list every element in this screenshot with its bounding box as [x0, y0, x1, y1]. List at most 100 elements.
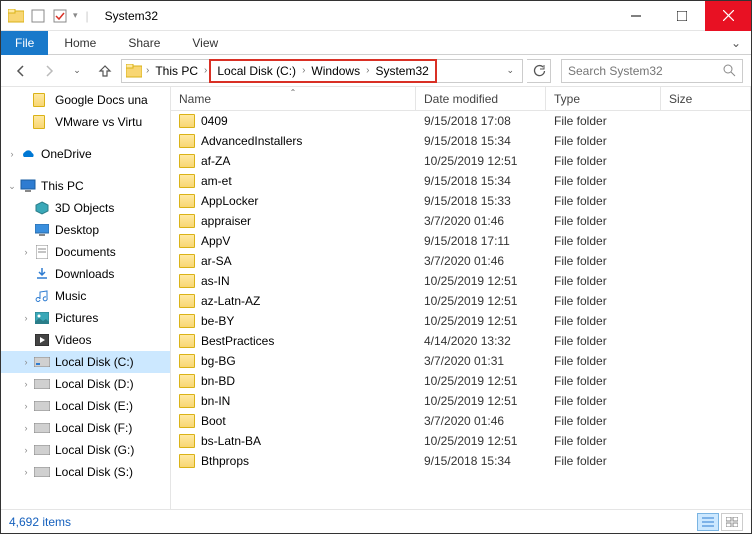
expand-icon[interactable]: ›: [19, 313, 33, 323]
address-bar[interactable]: › This PC › Local Disk (C:) › Windows › …: [121, 59, 523, 83]
tree-item-disk-d[interactable]: › Local Disk (D:): [1, 373, 170, 395]
tree-item-music[interactable]: Music: [1, 285, 170, 307]
chevron-right-icon[interactable]: ›: [300, 65, 307, 76]
breadcrumb-this-pc[interactable]: This PC: [151, 60, 202, 82]
column-header-name[interactable]: ⌃ Name: [171, 87, 416, 110]
folder-icon: [179, 194, 195, 208]
recent-dropdown-icon[interactable]: ⌄: [65, 59, 89, 83]
back-button[interactable]: [9, 59, 33, 83]
forward-button[interactable]: [37, 59, 61, 83]
file-row[interactable]: appraiser3/7/2020 01:46File folder: [171, 211, 751, 231]
maximize-button[interactable]: [659, 1, 705, 31]
file-date: 3/7/2020 01:46: [416, 214, 546, 228]
address-dropdown-icon[interactable]: ⌄: [502, 65, 518, 76]
home-tab[interactable]: Home: [48, 32, 112, 54]
tree-item-onedrive[interactable]: › OneDrive: [1, 143, 170, 165]
tree-item-videos[interactable]: Videos: [1, 329, 170, 351]
file-row[interactable]: AppLocker9/15/2018 15:33File folder: [171, 191, 751, 211]
file-row[interactable]: bs-Latn-BA10/25/2019 12:51File folder: [171, 431, 751, 451]
file-row[interactable]: af-ZA10/25/2019 12:51File folder: [171, 151, 751, 171]
titlebar: ▾ | System32: [1, 1, 751, 31]
qat-dropdown-icon[interactable]: ▾: [73, 10, 78, 21]
chevron-right-icon[interactable]: ›: [202, 65, 209, 76]
navigation-pane[interactable]: Google Docs una VMware vs Virtu › OneDri…: [1, 87, 171, 509]
chevron-right-icon[interactable]: ›: [364, 65, 371, 76]
item-count: 4,692 items: [9, 515, 71, 529]
expand-icon[interactable]: ›: [19, 445, 33, 455]
file-row[interactable]: 04099/15/2018 17:08File folder: [171, 111, 751, 131]
disk-icon: [33, 442, 51, 458]
search-box[interactable]: [561, 59, 743, 83]
file-date: 10/25/2019 12:51: [416, 154, 546, 168]
search-input[interactable]: [568, 64, 723, 78]
minimize-button[interactable]: [613, 1, 659, 31]
expand-icon[interactable]: ›: [19, 401, 33, 411]
file-row[interactable]: AppV9/15/2018 17:11File folder: [171, 231, 751, 251]
refresh-button[interactable]: [527, 59, 551, 83]
breadcrumb-windows[interactable]: Windows: [307, 60, 364, 82]
tree-item-disk-f[interactable]: › Local Disk (F:): [1, 417, 170, 439]
file-date: 3/7/2020 01:46: [416, 254, 546, 268]
tree-item-this-pc[interactable]: ⌄ This PC: [1, 175, 170, 197]
file-row[interactable]: am-et9/15/2018 15:34File folder: [171, 171, 751, 191]
file-row[interactable]: bn-BD10/25/2019 12:51File folder: [171, 371, 751, 391]
expand-icon[interactable]: ›: [19, 467, 33, 477]
file-tab[interactable]: File: [1, 31, 48, 55]
column-header-date[interactable]: Date modified: [416, 87, 546, 110]
file-date: 3/7/2020 01:46: [416, 414, 546, 428]
file-rows[interactable]: 04099/15/2018 17:08File folderAdvancedIn…: [171, 111, 751, 509]
column-header-size[interactable]: Size: [661, 87, 751, 110]
tree-item-vmware[interactable]: VMware vs Virtu: [1, 111, 170, 133]
file-row[interactable]: as-IN10/25/2019 12:51File folder: [171, 271, 751, 291]
file-date: 10/25/2019 12:51: [416, 314, 546, 328]
checkbox-icon[interactable]: [51, 7, 69, 25]
tree-item-pictures[interactable]: › Pictures: [1, 307, 170, 329]
tree-item-3d-objects[interactable]: 3D Objects: [1, 197, 170, 219]
quick-access-toolbar[interactable]: [29, 7, 47, 25]
disk-icon: [33, 464, 51, 480]
videos-icon: [33, 332, 51, 348]
file-type: File folder: [546, 374, 661, 388]
file-row[interactable]: bg-BG3/7/2020 01:31File folder: [171, 351, 751, 371]
view-tab[interactable]: View: [176, 32, 234, 54]
file-date: 9/15/2018 17:11: [416, 234, 546, 248]
expand-icon[interactable]: ›: [19, 357, 33, 367]
large-icons-view-button[interactable]: [721, 513, 743, 531]
file-row[interactable]: Boot3/7/2020 01:46File folder: [171, 411, 751, 431]
tree-item-desktop[interactable]: Desktop: [1, 219, 170, 241]
expand-icon[interactable]: ›: [19, 247, 33, 257]
expand-icon[interactable]: ›: [19, 379, 33, 389]
up-button[interactable]: [93, 59, 117, 83]
tree-item-google-docs[interactable]: Google Docs una: [1, 89, 170, 111]
tree-item-disk-e[interactable]: › Local Disk (E:): [1, 395, 170, 417]
folder-icon: [179, 414, 195, 428]
breadcrumb-system32[interactable]: System32: [371, 60, 432, 82]
tree-item-downloads[interactable]: Downloads: [1, 263, 170, 285]
file-row[interactable]: be-BY10/25/2019 12:51File folder: [171, 311, 751, 331]
expand-icon[interactable]: ›: [5, 149, 19, 159]
folder-icon: [179, 114, 195, 128]
ribbon-expand-icon[interactable]: ⌄: [721, 36, 751, 50]
close-button[interactable]: [705, 1, 751, 31]
tree-item-disk-s[interactable]: › Local Disk (S:): [1, 461, 170, 483]
collapse-icon[interactable]: ⌄: [5, 181, 19, 192]
file-date: 3/7/2020 01:31: [416, 354, 546, 368]
chevron-right-icon[interactable]: ›: [144, 65, 151, 76]
tree-item-disk-g[interactable]: › Local Disk (G:): [1, 439, 170, 461]
share-tab[interactable]: Share: [112, 32, 176, 54]
file-row[interactable]: ar-SA3/7/2020 01:46File folder: [171, 251, 751, 271]
tree-item-documents[interactable]: › Documents: [1, 241, 170, 263]
column-header-type[interactable]: Type: [546, 87, 661, 110]
expand-icon[interactable]: ›: [19, 423, 33, 433]
pictures-icon: [33, 310, 51, 326]
file-row[interactable]: AdvancedInstallers9/15/2018 15:34File fo…: [171, 131, 751, 151]
search-icon[interactable]: [723, 64, 736, 77]
sort-ascending-icon: ⌃: [290, 88, 297, 97]
breadcrumb-local-disk[interactable]: Local Disk (C:): [213, 60, 300, 82]
tree-item-disk-c[interactable]: › Local Disk (C:): [1, 351, 170, 373]
file-row[interactable]: Bthprops9/15/2018 15:34File folder: [171, 451, 751, 471]
file-row[interactable]: BestPractices4/14/2020 13:32File folder: [171, 331, 751, 351]
file-row[interactable]: bn-IN10/25/2019 12:51File folder: [171, 391, 751, 411]
details-view-button[interactable]: [697, 513, 719, 531]
file-row[interactable]: az-Latn-AZ10/25/2019 12:51File folder: [171, 291, 751, 311]
